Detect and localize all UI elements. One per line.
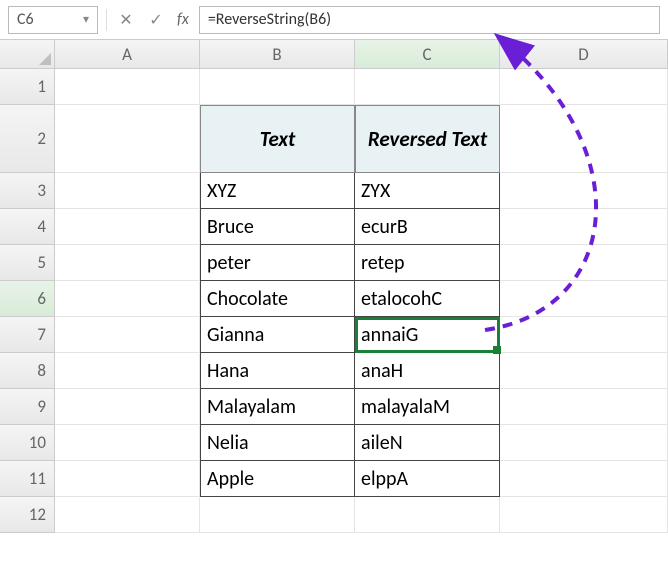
row-header[interactable]: 12 (0, 497, 55, 533)
cell-D9[interactable] (500, 389, 668, 425)
cell-C4[interactable]: ecurB (355, 209, 500, 245)
cell-A11[interactable] (55, 461, 200, 497)
cell-B8[interactable]: Hana (200, 353, 355, 389)
row-6: 6 Chocolate etalocohC (0, 281, 668, 317)
cell-D1[interactable] (500, 69, 668, 105)
cell-D5[interactable] (500, 245, 668, 281)
cell-A1[interactable] (55, 69, 200, 105)
row-header[interactable]: 2 (0, 105, 55, 173)
cell-C8[interactable]: anaH (355, 353, 500, 389)
cell-C9[interactable]: malayalaM (355, 389, 500, 425)
cell-B5[interactable]: peter (200, 245, 355, 281)
cell-D3[interactable] (500, 173, 668, 209)
row-11: 11 Apple elppA (0, 461, 668, 497)
cell-A6[interactable] (55, 281, 200, 317)
cell-D7[interactable] (500, 317, 668, 353)
cell-C7[interactable]: annaiG (355, 317, 500, 353)
cell-D12[interactable] (500, 497, 668, 533)
col-header-A[interactable]: A (55, 40, 200, 69)
cell-B6[interactable]: Chocolate (200, 281, 355, 317)
row-header[interactable]: 8 (0, 353, 55, 389)
col-header-C[interactable]: C (355, 40, 500, 69)
name-box-value: C6 (17, 10, 34, 29)
row-10: 10 Nelia aileN (0, 425, 668, 461)
cell-A2[interactable] (55, 105, 200, 173)
cell-A4[interactable] (55, 209, 200, 245)
cell-D4[interactable] (500, 209, 668, 245)
row-header[interactable]: 6 (0, 281, 55, 317)
row-header[interactable]: 3 (0, 173, 55, 209)
row-7: 7 Gianna annaiG (0, 317, 668, 353)
cell-D8[interactable] (500, 353, 668, 389)
cell-B9[interactable]: Malayalam (200, 389, 355, 425)
rows: 1 2 Text Reversed Text 3 XYZ ZYX 4 Bruce… (0, 69, 668, 533)
row-header[interactable]: 10 (0, 425, 55, 461)
row-header[interactable]: 7 (0, 317, 55, 353)
row-header[interactable]: 1 (0, 69, 55, 105)
cell-D2[interactable] (500, 105, 668, 173)
row-header[interactable]: 9 (0, 389, 55, 425)
cell-C6[interactable]: etalocohC (355, 281, 500, 317)
cell-B10[interactable]: Nelia (200, 425, 355, 461)
row-2: 2 Text Reversed Text (0, 105, 668, 173)
cell-B4[interactable]: Bruce (200, 209, 355, 245)
cell-D11[interactable] (500, 461, 668, 497)
cell-A10[interactable] (55, 425, 200, 461)
row-5: 5 peter retep (0, 245, 668, 281)
name-box[interactable]: C6 ▾ (8, 6, 98, 34)
select-all-corner[interactable] (0, 40, 55, 69)
cell-C11[interactable]: elppA (355, 461, 500, 497)
cell-A12[interactable] (55, 497, 200, 533)
cell-C5[interactable]: retep (355, 245, 500, 281)
cell-A5[interactable] (55, 245, 200, 281)
row-3: 3 XYZ ZYX (0, 173, 668, 209)
cell-A9[interactable] (55, 389, 200, 425)
cell-C1[interactable] (355, 69, 500, 105)
cell-A7[interactable] (55, 317, 200, 353)
cell-B7[interactable]: Gianna (200, 317, 355, 353)
cell-C12[interactable] (355, 497, 500, 533)
row-header[interactable]: 11 (0, 461, 55, 497)
cell-A8[interactable] (55, 353, 200, 389)
cell-D10[interactable] (500, 425, 668, 461)
row-8: 8 Hana anaH (0, 353, 668, 389)
table-header-reversed[interactable]: Reversed Text (355, 105, 500, 173)
row-12: 12 (0, 497, 668, 533)
cell-C10[interactable]: aileN (355, 425, 500, 461)
cell-D6[interactable] (500, 281, 668, 317)
cell-B3[interactable]: XYZ (200, 173, 355, 209)
column-headers: A B C D (0, 40, 668, 69)
row-header[interactable]: 5 (0, 245, 55, 281)
table-header-text[interactable]: Text (200, 105, 355, 173)
cell-C3[interactable]: ZYX (355, 173, 500, 209)
row-header[interactable]: 4 (0, 209, 55, 245)
cell-A3[interactable] (55, 173, 200, 209)
separator (106, 9, 107, 31)
formula-input[interactable]: =ReverseString(B6) (199, 6, 660, 34)
row-4: 4 Bruce ecurB (0, 209, 668, 245)
cell-B11[interactable]: Apple (200, 461, 355, 497)
row-1: 1 (0, 69, 668, 105)
spreadsheet-grid: A B C D 1 2 Text Reversed Text 3 XYZ ZYX… (0, 40, 668, 533)
cancel-icon[interactable]: ✕ (115, 10, 137, 30)
confirm-icon[interactable]: ✓ (145, 10, 167, 30)
col-header-B[interactable]: B (200, 40, 355, 69)
cell-B12[interactable] (200, 497, 355, 533)
chevron-down-icon[interactable]: ▾ (83, 12, 89, 27)
fx-icon[interactable]: fx (175, 10, 191, 29)
formula-text: =ReverseString(B6) (208, 10, 331, 29)
row-9: 9 Malayalam malayalaM (0, 389, 668, 425)
formula-bar: C6 ▾ ✕ ✓ fx =ReverseString(B6) (0, 0, 668, 40)
cell-B1[interactable] (200, 69, 355, 105)
col-header-D[interactable]: D (500, 40, 668, 69)
